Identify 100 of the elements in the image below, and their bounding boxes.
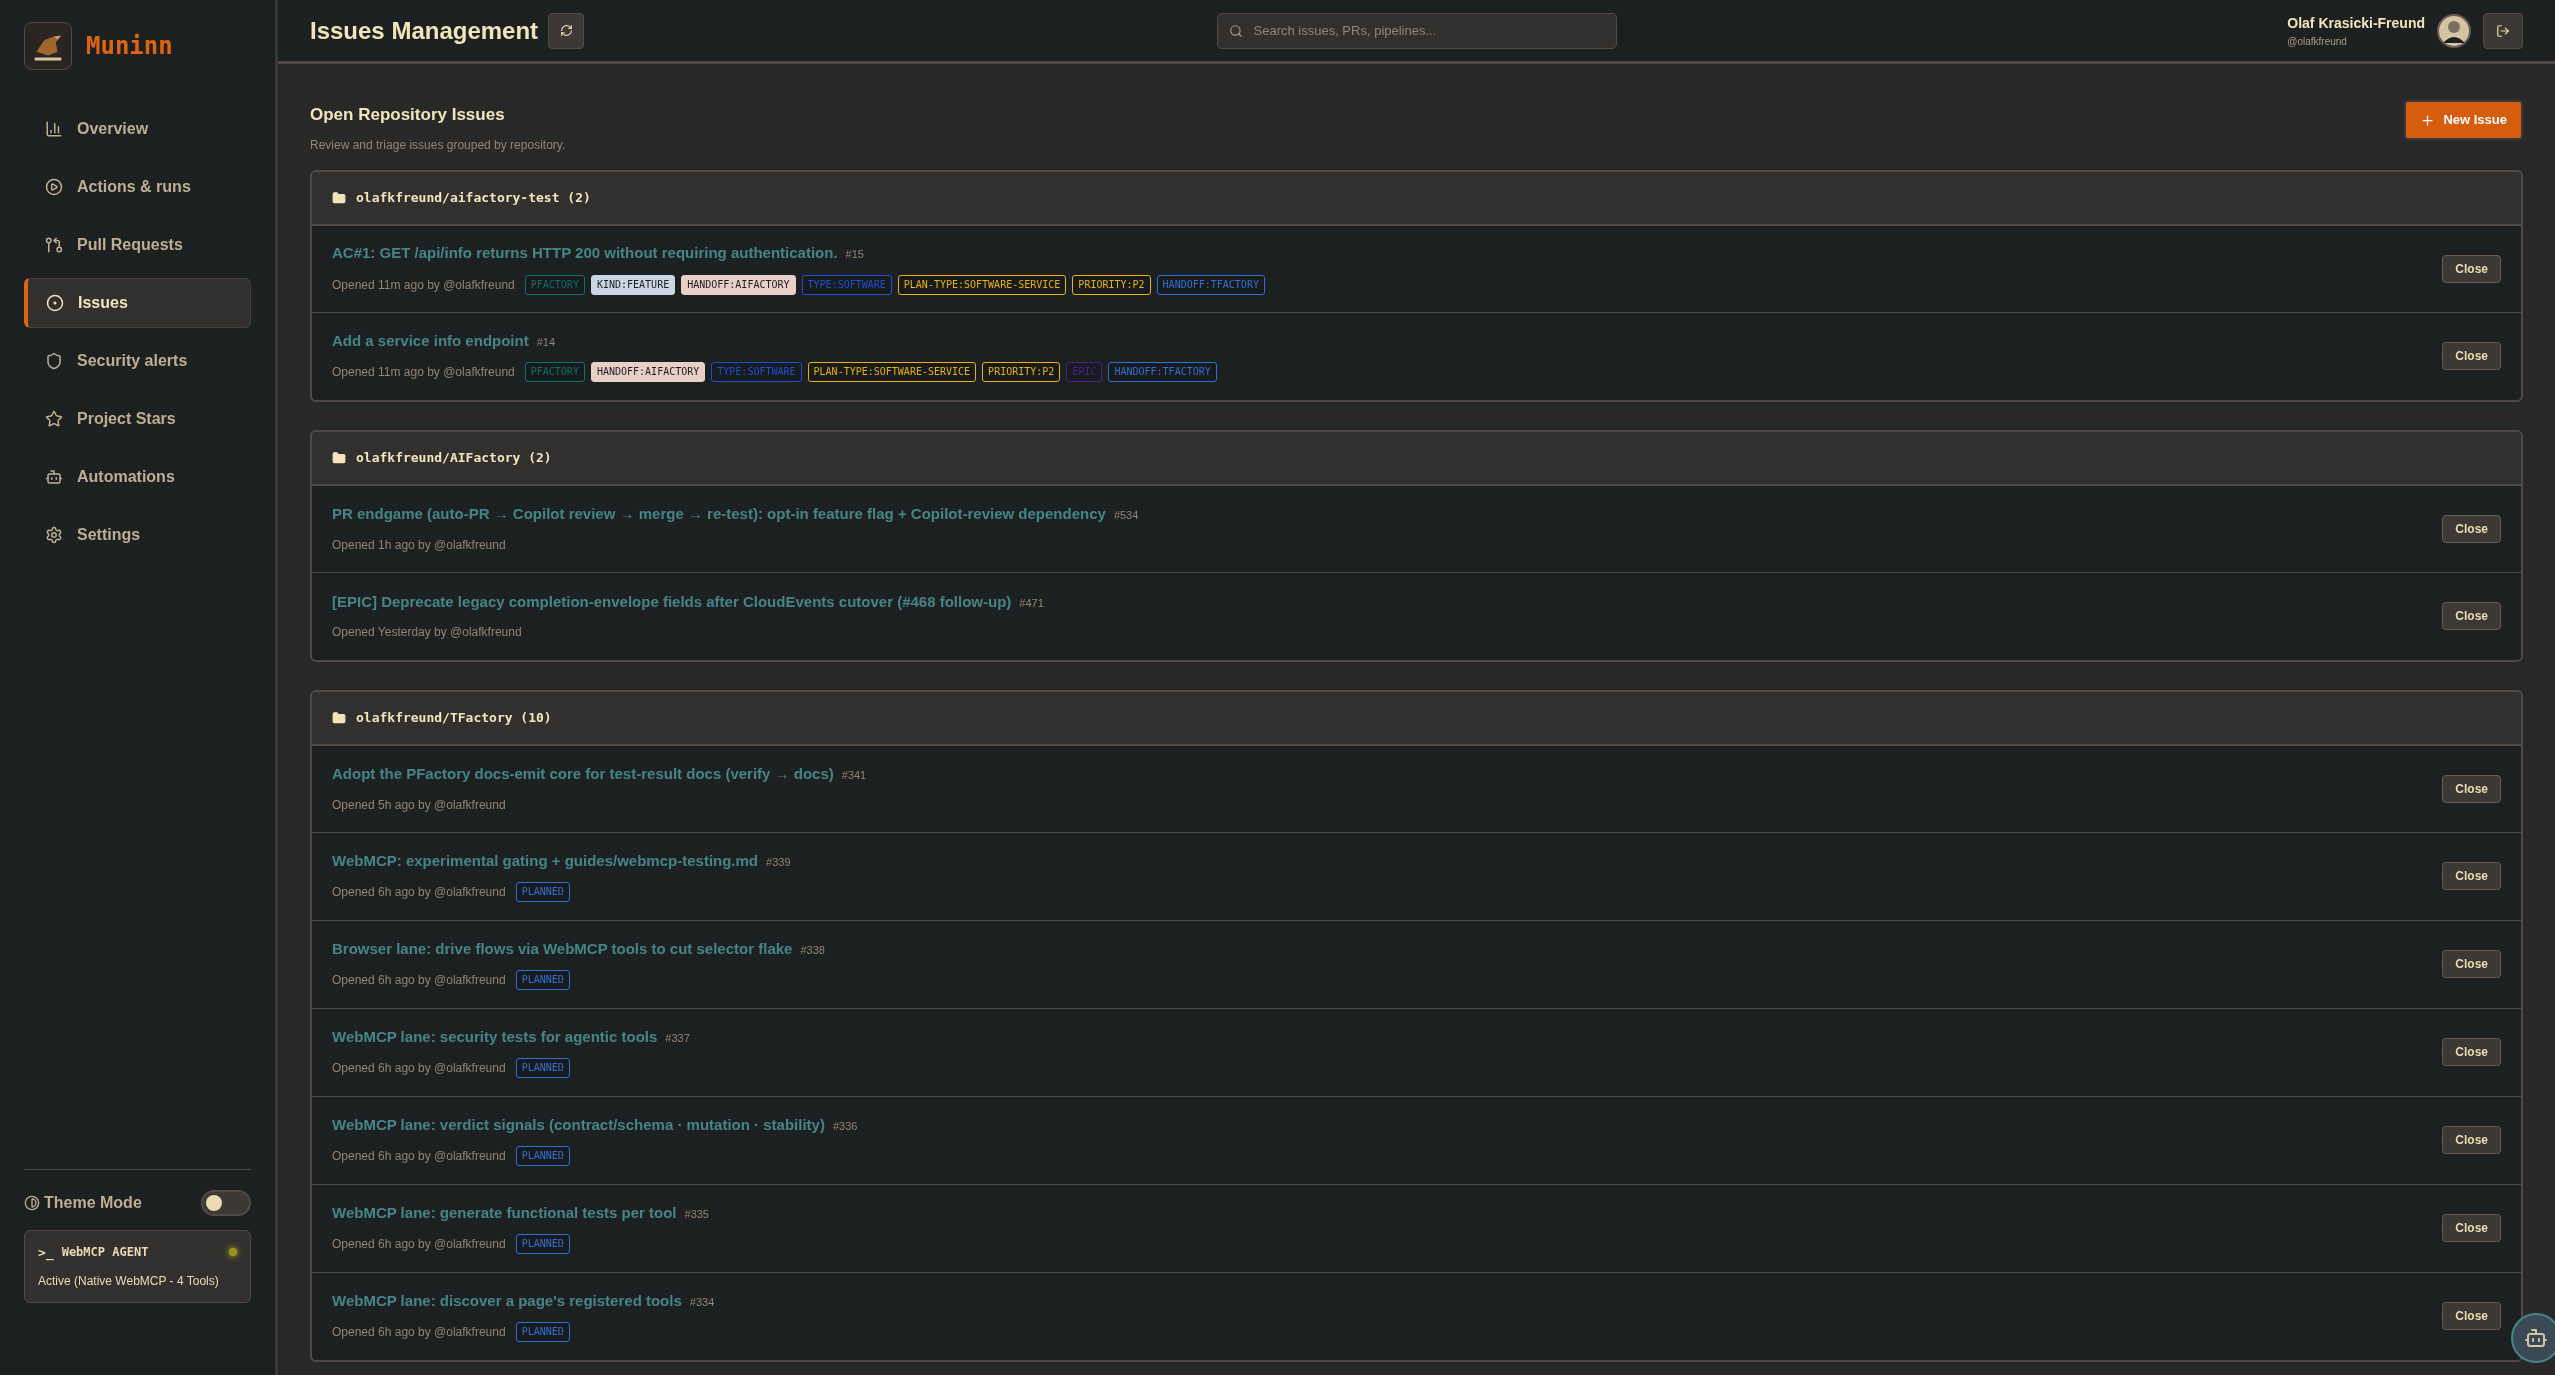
issue-title-link[interactable]: WebMCP lane: verdict signals (contract/schema · mutation · stability) — [332, 1113, 825, 1137]
issue-meta: Opened 5h ago by @olafkfreund — [332, 796, 506, 814]
issue-title-link[interactable]: WebMCP lane: generate functional tests per tool — [332, 1201, 677, 1225]
plus-icon — [2420, 112, 2436, 128]
section-title: Open Repository Issues — [310, 104, 506, 126]
close-button[interactable]: Close — [2442, 1038, 2501, 1066]
label-tag: HANDOFF:AIFACTORY — [681, 274, 796, 295]
close-button[interactable]: Close — [2442, 514, 2501, 543]
label-tag: PRIORITY:P2 — [1072, 274, 1151, 295]
terminal-prompt: >_ — [38, 1243, 54, 1262]
half-circle-icon — [24, 1194, 40, 1211]
label-tag: PFACTORY — [524, 274, 585, 295]
issue-number: #471 — [1019, 595, 1044, 611]
close-button[interactable]: Close — [2442, 602, 2501, 630]
sidebar-item[interactable]: Pull Requests — [24, 220, 251, 270]
issue-title-link[interactable]: WebMCP lane: discover a page's registered tools — [332, 1289, 682, 1313]
label-tag: TYPE:SOFTWARE — [801, 274, 892, 295]
issue-meta: Opened 6h ago by @olafkfreund — [332, 1060, 506, 1078]
label-tag: PLANNED — [515, 1058, 570, 1079]
user-handle: @olafkfreund — [2287, 34, 2348, 49]
issue-title-link[interactable]: PR endgame (auto-PR → Copilot review → merge → re-test): opt-in feature flag + Copilot-review dependency — [332, 503, 1106, 526]
logout-icon — [2496, 23, 2510, 38]
close-button[interactable]: Close — [2442, 1302, 2501, 1330]
app-name: Muninn — [86, 31, 173, 62]
issue-number: #15 — [845, 247, 864, 263]
label-tag: PLAN-TYPE:SOFTWARE-SERVICE — [807, 362, 977, 383]
sidebar-item[interactable]: Automations — [24, 452, 251, 502]
issue-meta: Opened 6h ago by @olafkfreund — [332, 1236, 506, 1254]
issue-title-link[interactable]: Browser lane: drive flows via WebMCP tools to cut selector flake — [332, 937, 793, 961]
issue-title-link[interactable]: Add a service info endpoint — [332, 329, 529, 353]
issue-meta: Opened 6h ago by @olafkfreund — [332, 1324, 506, 1342]
play-icon — [45, 178, 63, 196]
close-button[interactable]: Close — [2442, 1126, 2501, 1154]
issue-number: #534 — [1113, 508, 1139, 524]
robot-icon — [45, 468, 63, 486]
logo-icon — [24, 22, 72, 70]
new-issue-button[interactable]: New Issue — [2404, 100, 2523, 140]
label-tag: PFACTORY — [524, 362, 585, 383]
user-name: Olaf Krasicki-Freund — [2287, 13, 2425, 33]
issue-title-link[interactable]: WebMCP lane: security tests for agentic tools — [332, 1025, 658, 1049]
bar-chart-icon — [45, 120, 63, 138]
pull-request-icon — [45, 236, 63, 254]
theme-toggle[interactable] — [201, 1189, 251, 1216]
search-icon — [1228, 23, 1243, 38]
close-button[interactable]: Close — [2442, 1214, 2501, 1242]
issue-meta: Opened 6h ago by @olafkfreund — [332, 884, 506, 902]
theme-mode-label: Theme Mode — [44, 1192, 142, 1213]
folder-icon — [332, 190, 346, 205]
label-tag: PLANNED — [515, 1322, 570, 1343]
issue-icon — [46, 294, 64, 312]
close-button[interactable]: Close — [2442, 774, 2501, 803]
label-tag: PLANNED — [515, 1146, 570, 1167]
refresh-icon — [559, 24, 573, 37]
issue-title-link[interactable]: Adopt the PFactory docs-emit core for test-result docs (verify → docs) — [332, 763, 834, 786]
logout-button[interactable] — [2483, 12, 2523, 49]
folder-icon — [332, 450, 346, 465]
close-button[interactable]: Close — [2442, 254, 2501, 283]
star-icon — [45, 410, 63, 428]
folder-icon — [332, 710, 346, 725]
assistant-button[interactable] — [2511, 1313, 2555, 1363]
sidebar-item[interactable]: Actions & runs — [24, 162, 251, 212]
repository-name: olafkfreund/TFactory (10) — [356, 708, 552, 727]
sidebar-item[interactable]: Settings — [24, 510, 251, 560]
issue-title-link[interactable]: WebMCP: experimental gating + guides/webmcp-testing.md — [332, 849, 759, 873]
issue-number: #14 — [536, 334, 556, 350]
page-title: Issues Management — [310, 15, 539, 46]
issue-number: #334 — [689, 1294, 715, 1310]
label-tag: PLANNED — [515, 970, 570, 991]
issue-number: #341 — [841, 768, 867, 784]
issue-meta: Opened 6h ago by @olafkfreund — [332, 972, 506, 990]
sidebar-item[interactable]: Security alerts — [24, 336, 251, 386]
label-tag: PLANNED — [515, 882, 570, 903]
refresh-button[interactable] — [548, 12, 585, 49]
issue-number: #338 — [800, 942, 825, 958]
settings-icon — [45, 526, 63, 544]
search-field[interactable]: Search issues, PRs, pipelines... — [1216, 12, 1617, 49]
close-button[interactable]: Close — [2442, 862, 2501, 890]
repository-name: olafkfreund/AIFactory (2) — [356, 448, 552, 467]
issue-number: #336 — [832, 1118, 858, 1134]
close-button[interactable]: Close — [2442, 342, 2501, 370]
issue-title-link[interactable]: AC#1: GET /api/info returns HTTP 200 without requiring authentication. — [332, 242, 838, 265]
issue-number: #335 — [684, 1206, 709, 1222]
section-subtitle: Review and triage issues grouped by repository. — [310, 136, 566, 154]
issue-number: #337 — [665, 1030, 690, 1046]
issue-meta: Opened Yesterday by @olafkfreund — [332, 624, 522, 642]
agent-title: WebMCP AGENT — [61, 1244, 149, 1262]
issue-title-link[interactable]: [EPIC] Deprecate legacy completion-envelope fields after CloudEvents cutover (#468 follow-up) — [332, 590, 1012, 614]
repository-name: olafkfreund/aifactory-test (2) — [356, 188, 591, 207]
sidebar-item[interactable]: Project Stars — [24, 394, 251, 444]
sidebar-item[interactable]: Overview — [24, 104, 251, 154]
label-tag: PLANNED — [515, 1234, 570, 1255]
label-tag: PRIORITY:P2 — [982, 362, 1061, 383]
label-tag: PLAN-TYPE:SOFTWARE-SERVICE — [897, 274, 1067, 295]
label-tag: HANDOFF:AIFACTORY — [590, 362, 706, 383]
label-tag: TYPE:SOFTWARE — [711, 362, 802, 383]
issue-meta: Opened 11m ago by @olafkfreund — [332, 364, 515, 382]
label-tag: EPIC — [1066, 362, 1103, 383]
sidebar-item[interactable]: Issues — [24, 278, 251, 328]
label-tag: KIND:FEATURE — [590, 274, 676, 295]
close-button[interactable]: Close — [2442, 950, 2501, 978]
